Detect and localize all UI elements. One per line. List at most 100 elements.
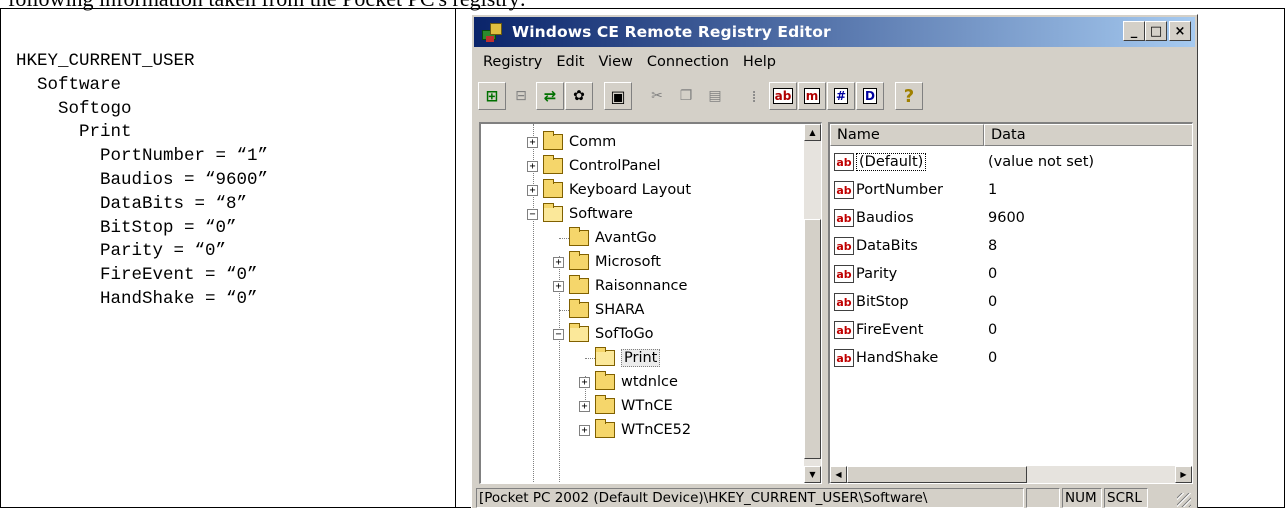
folder-icon xyxy=(595,419,615,438)
tree-item[interactable]: SHARA xyxy=(553,298,644,322)
list-item[interactable]: ab BitStop 0 xyxy=(834,290,997,314)
resize-grip-icon[interactable] xyxy=(1177,493,1191,507)
tree-item[interactable]: − SofToGo xyxy=(553,322,654,346)
folder-icon xyxy=(569,251,589,270)
column-header-name[interactable]: Name xyxy=(830,124,984,146)
scroll-right-icon[interactable]: ▶ xyxy=(1175,466,1192,483)
open-folder-icon xyxy=(543,203,563,222)
list-item[interactable]: ab (Default) (value not set) xyxy=(834,150,1094,174)
menu-connection[interactable]: Connection xyxy=(640,54,736,70)
values-list[interactable]: Name Data ab (Default) (value not set) a… xyxy=(828,122,1193,484)
tree-item[interactable]: + Comm xyxy=(527,130,616,154)
tree-item[interactable]: + WTnCE xyxy=(579,394,673,418)
value-data: 0 xyxy=(988,350,998,366)
registry-tree[interactable]: + Comm + ControlPanel + Keyboard Layout … xyxy=(479,122,822,484)
tree-item[interactable]: + ControlPanel xyxy=(527,154,661,178)
value-name: DataBits xyxy=(856,238,918,254)
list-item[interactable]: ab FireEvent 0 xyxy=(834,318,997,342)
minimize-button[interactable]: _ xyxy=(1123,21,1145,41)
help-icon[interactable]: ? xyxy=(895,82,923,110)
maximize-button[interactable]: □ xyxy=(1145,21,1167,41)
value-name: Parity xyxy=(856,266,898,282)
registry-line: PortNumber = “1” xyxy=(16,146,269,167)
value-data: 9600 xyxy=(988,210,1025,226)
tree-item[interactable]: + wtdnlce xyxy=(579,370,678,394)
tree-item[interactable]: AvantGo xyxy=(553,226,657,250)
disconnect-icon[interactable]: ⊟ xyxy=(507,82,535,110)
registry-line: DataBits = “8” xyxy=(16,193,248,214)
registry-line: Baudios = “9600” xyxy=(16,169,269,190)
value-data: (value not set) xyxy=(988,154,1095,170)
menu-registry[interactable]: Registry xyxy=(476,54,549,70)
value-data: 8 xyxy=(988,238,998,254)
tree-item-label: ControlPanel xyxy=(569,158,661,174)
save-icon[interactable]: ▣ xyxy=(604,82,632,110)
registry-line: FireEvent = “0” xyxy=(16,265,258,286)
tree-item-label: wtdnlce xyxy=(621,374,678,390)
tree-item[interactable]: + WTnCE52 xyxy=(579,418,691,442)
menu-bar: Registry Edit View Connection Help xyxy=(476,50,783,74)
scroll-left-icon[interactable]: ◀ xyxy=(830,466,847,483)
tree-item-label: WTnCE xyxy=(621,398,673,414)
copy-icon[interactable]: ❐ xyxy=(672,82,700,110)
value-name: (Default) xyxy=(856,153,927,171)
list-item[interactable]: ab PortNumber 1 xyxy=(834,178,997,202)
string-value-icon: ab xyxy=(834,209,854,227)
column-header-data[interactable]: Data xyxy=(984,124,1192,146)
menu-help[interactable]: Help xyxy=(736,54,783,70)
registry-app-icon[interactable] xyxy=(480,20,506,44)
registry-line: HandShake = “0” xyxy=(16,288,258,309)
close-button[interactable]: × xyxy=(1169,21,1191,41)
menu-edit[interactable]: Edit xyxy=(549,54,591,70)
tree-item-label: Print xyxy=(621,349,661,367)
tree-item[interactable]: + Keyboard Layout xyxy=(527,178,691,202)
binary-value-icon[interactable]: # xyxy=(827,82,855,110)
tree-item-label: Raisonnance xyxy=(595,278,688,294)
multistring-value-icon[interactable]: m xyxy=(798,82,826,110)
value-data: 0 xyxy=(988,322,998,338)
scroll-up-icon[interactable]: ▲ xyxy=(804,124,821,141)
delete-icon[interactable]: ⁞ xyxy=(740,82,768,110)
registry-line: Parity = “0” xyxy=(16,241,227,262)
title-bar[interactable]: Windows CE Remote Registry Editor _ □ × xyxy=(474,17,1195,47)
tree-item[interactable]: + Raisonnance xyxy=(553,274,687,298)
registry-line: BitStop = “0” xyxy=(16,217,237,238)
folder-icon xyxy=(543,179,563,198)
tree-vertical-scrollbar[interactable]: ▲ ▼ xyxy=(804,124,821,483)
scroll-thumb[interactable] xyxy=(804,219,821,459)
scroll-down-icon[interactable]: ▼ xyxy=(804,466,821,483)
network-icon[interactable]: ✿ xyxy=(565,82,593,110)
menu-view[interactable]: View xyxy=(591,54,639,70)
connect-icon[interactable]: ⊞ xyxy=(478,82,506,110)
list-item[interactable]: ab HandShake 0 xyxy=(834,346,997,370)
string-value-icon: ab xyxy=(834,293,854,311)
toolbar: ⊞ ⊟ ⇄ ✿ ▣ ✂ ❐ ▤ ⁞ ab m # D ? xyxy=(478,79,924,113)
tree-item[interactable]: + Microsoft xyxy=(553,250,661,274)
dword-value-icon[interactable]: D xyxy=(856,82,884,110)
registry-line: Print xyxy=(16,122,132,143)
refresh-icon[interactable]: ⇄ xyxy=(536,82,564,110)
string-value-icon: ab xyxy=(834,349,854,367)
value-name: Baudios xyxy=(856,210,914,226)
status-num: NUM xyxy=(1062,488,1102,508)
cut-icon[interactable]: ✂ xyxy=(643,82,671,110)
scroll-thumb[interactable] xyxy=(847,466,1027,483)
tree-item[interactable]: Print xyxy=(579,346,661,370)
list-item[interactable]: ab Baudios 9600 xyxy=(834,206,1025,230)
list-item[interactable]: ab DataBits 8 xyxy=(834,234,997,258)
tree-item-label: Software xyxy=(569,206,633,222)
status-path: [Pocket PC 2002 (Default Device)\HKEY_CU… xyxy=(476,488,1024,508)
value-data: 0 xyxy=(988,294,998,310)
open-folder-icon xyxy=(569,323,589,342)
tree-item-label: Keyboard Layout xyxy=(569,182,692,198)
string-value-icon[interactable]: ab xyxy=(769,82,797,110)
folder-icon xyxy=(569,227,589,246)
folder-icon xyxy=(569,275,589,294)
list-horizontal-scrollbar[interactable]: ◀ ▶ xyxy=(830,466,1192,483)
status-scrl: SCRL xyxy=(1104,488,1148,508)
tree-item[interactable]: − Software xyxy=(527,202,633,226)
list-item[interactable]: ab Parity 0 xyxy=(834,262,997,286)
paste-icon[interactable]: ▤ xyxy=(701,82,729,110)
folder-icon xyxy=(595,395,615,414)
folder-icon xyxy=(569,299,589,318)
